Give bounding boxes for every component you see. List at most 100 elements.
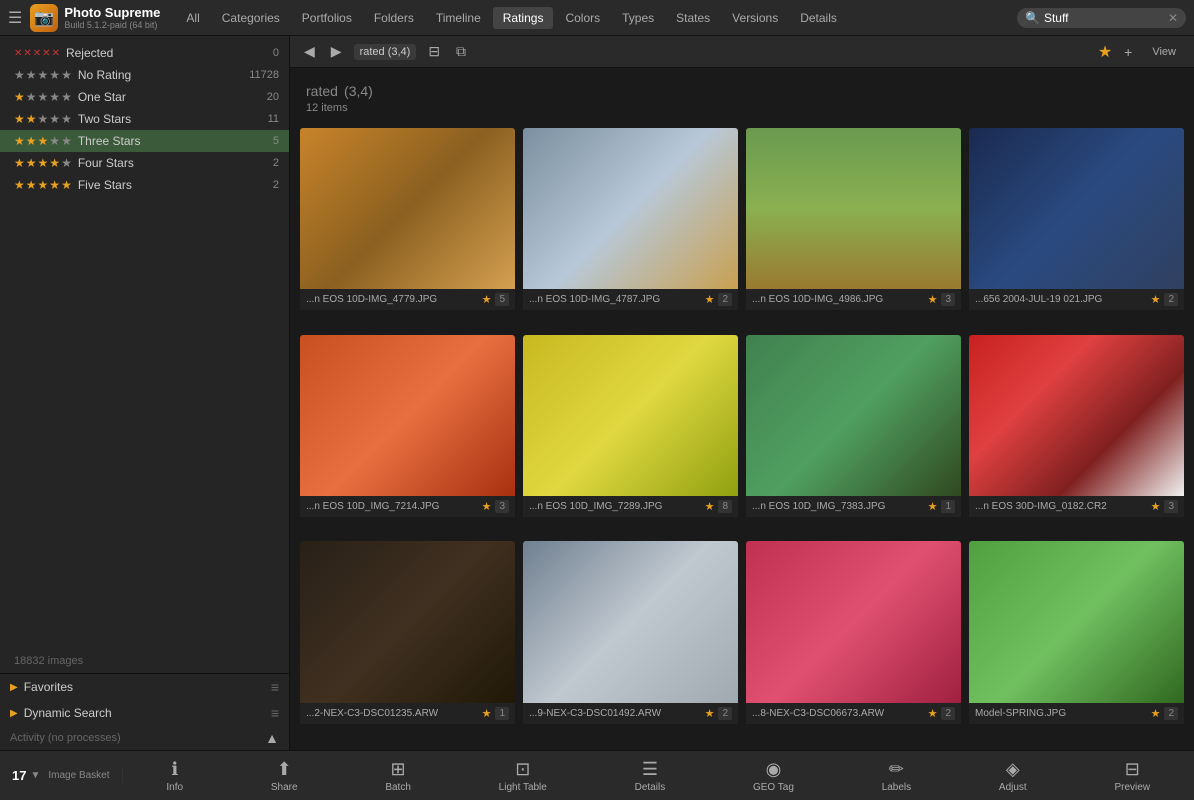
filled-star: ★ (26, 178, 37, 192)
bottom-action-light-table[interactable]: ⊡Light Table (489, 755, 557, 797)
star-filter-button[interactable]: ★ (1098, 42, 1112, 62)
rating-item-one-star[interactable]: ★★★★★One Star20 (0, 86, 289, 108)
photo-card[interactable]: ...n EOS 10D_IMG_7214.JPG★3 (300, 335, 515, 534)
nav-tab-ratings[interactable]: Ratings (493, 7, 554, 29)
photo-filename: ...n EOS 10D_IMG_7289.JPG (529, 501, 701, 512)
stars-display: ★★★★★ (14, 178, 72, 192)
nav-tab-details[interactable]: Details (790, 7, 847, 29)
photo-star-icon: ★ (482, 500, 492, 513)
rating-item-three-stars[interactable]: ★★★★★Three Stars5 (0, 130, 289, 152)
add-button[interactable]: ▲ (265, 730, 279, 746)
nav-tabs: AllCategoriesPortfoliosFoldersTimelineRa… (176, 7, 1017, 29)
bottom-action-batch[interactable]: ⊞Batch (375, 755, 421, 797)
photo-count: 2 (941, 707, 955, 720)
add-filter-button[interactable]: + (1120, 42, 1136, 62)
layers-icon[interactable]: ⧉ (452, 41, 470, 62)
photo-filename: ...n EOS 10D_IMG_7214.JPG (306, 501, 478, 512)
photo-caption: ...n EOS 10D-IMG_4787.JPG★2 (523, 289, 738, 310)
nav-tab-timeline[interactable]: Timeline (426, 7, 491, 29)
bottom-actions: ℹInfo ⬆Share ⊞Batch ⊡Light Table ☰ Details ◉GE… (123, 755, 1194, 797)
empty-star: ★ (61, 156, 72, 170)
photo-card[interactable]: ...n EOS 10D-IMG_4986.JPG★3 (746, 128, 961, 327)
nav-tab-types[interactable]: Types (612, 7, 664, 29)
photo-card[interactable]: Model-SPRING.JPG★2 (969, 541, 1184, 740)
photo-card[interactable]: ...9-NEX-C3-DSC01492.ARW★2 (523, 541, 738, 740)
search-input[interactable] (1044, 11, 1164, 25)
bottom-action-preview[interactable]: ⊟Preview (1104, 755, 1160, 797)
photo-filename: ...2-NEX-C3-DSC01235.ARW (306, 708, 478, 719)
rating-item-five-stars[interactable]: ★★★★★Five Stars2 (0, 174, 289, 196)
photo-card[interactable]: ...n EOS 30D-IMG_0182.CR2★3 (969, 335, 1184, 534)
top-bar: ☰ 📷 Photo Supreme Build 5.1.2-paid (64 b… (0, 0, 1194, 36)
rating-item-two-stars[interactable]: ★★★★★Two Stars11 (0, 108, 289, 130)
photo-count: 8 (718, 500, 732, 513)
photo-filename: ...656 2004-JUL-19 021.JPG (975, 294, 1147, 305)
sidebar-bottom-item-favorites[interactable]: ▶Favorites≡ (0, 674, 289, 700)
stars-display: ✕✕✕✕✕ (14, 48, 60, 59)
nav-tab-portfolios[interactable]: Portfolios (292, 7, 362, 29)
stars-display: ★★★★★ (14, 156, 72, 170)
details-icon: ☰ (642, 759, 658, 780)
photo-caption: ...n EOS 10D-IMG_4779.JPG★5 (300, 289, 515, 310)
empty-star: ★ (26, 68, 37, 82)
photo-caption: Model-SPRING.JPG★2 (969, 703, 1184, 724)
back-button[interactable]: ◀ (300, 41, 319, 62)
nav-tab-colors[interactable]: Colors (555, 7, 610, 29)
photo-card[interactable]: ...8-NEX-C3-DSC06673.ARW★2 (746, 541, 961, 740)
details-label: Details (635, 782, 666, 793)
sidebar-bottom-label: Favorites (24, 680, 265, 694)
light table-label: Light Table (499, 782, 547, 793)
nav-tab-states[interactable]: States (666, 7, 720, 29)
bottom-action-labels[interactable]: ✏Labels (872, 755, 921, 797)
photo-thumbnail (300, 541, 515, 702)
app-logo: 📷 Photo Supreme Build 5.1.2-paid (64 bit… (30, 4, 160, 32)
empty-star: ★ (38, 112, 49, 126)
basket-arrow-icon[interactable]: ▼ (30, 770, 40, 781)
search-clear-icon[interactable]: ✕ (1168, 11, 1178, 25)
bottom-action-share[interactable]: ⬆Share (261, 755, 308, 797)
photo-card[interactable]: ...n EOS 10D-IMG_4787.JPG★2 (523, 128, 738, 327)
photo-caption: ...n EOS 10D-IMG_4986.JPG★3 (746, 289, 961, 310)
sub-toolbar: ◀ ▶ rated (3,4) ⊟ ⧉ ★ + View (290, 36, 1194, 68)
filter-icon[interactable]: ⊟ (424, 41, 444, 62)
filled-star: ★ (38, 178, 49, 192)
bottom-action-info[interactable]: ℹInfo (156, 755, 193, 797)
filled-star: ★ (38, 156, 49, 170)
photo-star-icon: ★ (928, 293, 938, 306)
search-box: 🔍 ✕ (1017, 8, 1186, 28)
empty-star: ★ (49, 134, 60, 148)
filled-star: ★ (26, 112, 37, 126)
view-button[interactable]: View (1144, 42, 1184, 62)
filter-tag: rated (3,4) (354, 44, 417, 60)
nav-tab-folders[interactable]: Folders (364, 7, 424, 29)
nav-tab-versions[interactable]: Versions (722, 7, 788, 29)
rating-item-four-stars[interactable]: ★★★★★Four Stars2 (0, 152, 289, 174)
sidebar-bottom-item-dynamic-search[interactable]: ▶Dynamic Search≡ (0, 700, 289, 726)
photo-card[interactable]: ...n EOS 10D_IMG_7383.JPG★1 (746, 335, 961, 534)
rating-label: Two Stars (78, 112, 243, 126)
photo-thumbnail (300, 128, 515, 289)
sidebar-more-icon[interactable]: ≡ (271, 705, 279, 721)
sidebar-more-icon[interactable]: ≡ (271, 679, 279, 695)
photo-star-icon: ★ (705, 707, 715, 720)
rating-item-rejected[interactable]: ✕✕✕✕✕Rejected0 (0, 42, 289, 64)
photo-thumbnail (969, 128, 1184, 289)
nav-tab-categories[interactable]: Categories (212, 7, 290, 29)
photo-card[interactable]: ...2-NEX-C3-DSC01235.ARW★1 (300, 541, 515, 740)
photo-card[interactable]: ...n EOS 10D_IMG_7289.JPG★8 (523, 335, 738, 534)
empty-star: ★ (38, 90, 49, 104)
menu-icon[interactable]: ☰ (8, 8, 22, 28)
rating-item-no-rating[interactable]: ★★★★★No Rating11728 (0, 64, 289, 86)
photo-filename: ...n EOS 10D-IMG_4779.JPG (306, 294, 478, 305)
photo-thumbnail (746, 541, 961, 702)
filled-star: ★ (26, 134, 37, 148)
photo-card[interactable]: ...656 2004-JUL-19 021.JPG★2 (969, 128, 1184, 327)
photo-caption: ...2-NEX-C3-DSC01235.ARW★1 (300, 703, 515, 724)
bottom-action-details[interactable]: ☰ Details (625, 755, 676, 797)
rating-label: Rejected (66, 46, 243, 60)
forward-button[interactable]: ▶ (327, 41, 346, 62)
nav-tab-all[interactable]: All (176, 7, 209, 29)
photo-card[interactable]: ...n EOS 10D-IMG_4779.JPG★5 (300, 128, 515, 327)
bottom-action-geo-tag[interactable]: ◉GEO Tag (743, 755, 804, 797)
bottom-action-adjust[interactable]: ◈Adjust (989, 755, 1037, 797)
